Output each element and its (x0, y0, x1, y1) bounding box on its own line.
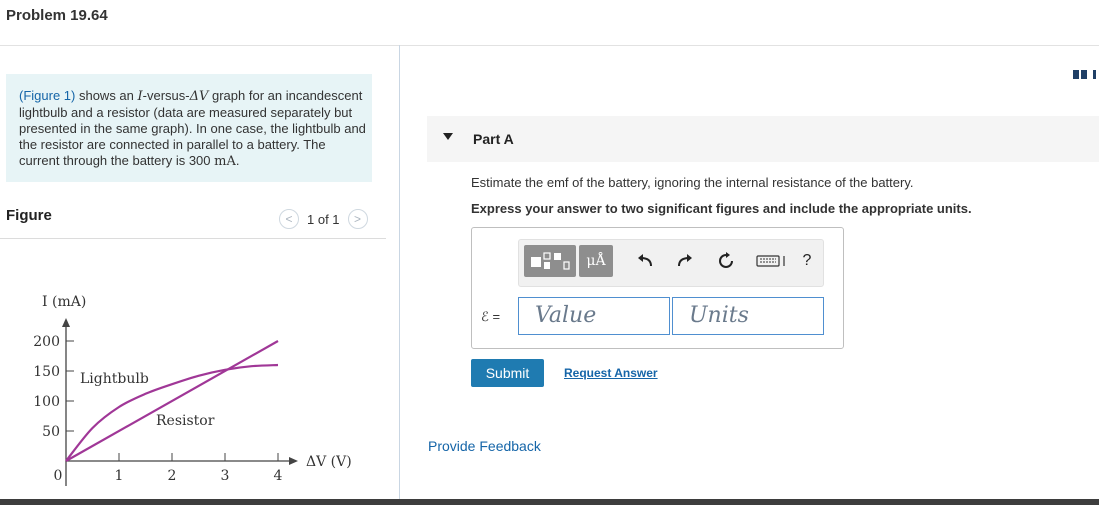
next-figure-button[interactable]: > (347, 209, 368, 229)
problem-statement: (Figure 1) shows an I-versus-ΔV graph fo… (6, 74, 372, 182)
undo-icon (638, 254, 652, 267)
y-tick-label: 50 (42, 424, 60, 440)
problem-text-2: -versus- (142, 88, 190, 103)
figure-label: Figure (6, 207, 52, 224)
y-tick-label: 150 (33, 364, 60, 380)
request-answer-link[interactable]: Request Answer (564, 366, 658, 380)
keyboard-button[interactable] (755, 245, 789, 277)
part-a-title[interactable]: Part A (473, 131, 514, 147)
book-icon[interactable] (1073, 70, 1097, 80)
current-unit: mA (214, 154, 236, 169)
problem-text-4: . (235, 153, 240, 168)
x-tick-label: 2 (168, 468, 177, 484)
x-tick-label: 0 (54, 468, 63, 484)
voltage-variable: ΔV (189, 89, 209, 104)
units-symbol-button[interactable]: μÅ (579, 245, 613, 277)
x-axis-arrow (289, 457, 298, 465)
lightbulb-series-label: Lightbulb (80, 371, 149, 387)
units-input[interactable]: Units (672, 297, 824, 335)
y-tick-label: 200 (33, 334, 60, 350)
resistor-series-label: Resistor (156, 413, 215, 429)
collapse-caret-icon[interactable] (443, 133, 453, 140)
y-axis-arrow (62, 318, 70, 327)
undo-button[interactable] (633, 245, 657, 277)
reset-button[interactable] (714, 245, 738, 277)
keyboard-icon (756, 255, 785, 267)
part-a-header[interactable] (427, 116, 1099, 162)
figure-link[interactable]: (Figure 1) (19, 88, 75, 103)
emf-label: ℰ = (481, 309, 501, 324)
prev-figure-button[interactable]: < (279, 209, 299, 229)
templates-icon (531, 252, 570, 270)
y-axis-label: I (mA) (42, 294, 86, 310)
redo-icon (678, 254, 692, 267)
bottom-bar (0, 499, 1099, 505)
y-tick-label: 100 (33, 394, 60, 410)
header-divider (0, 45, 1099, 46)
submit-button[interactable]: Submit (471, 359, 544, 387)
x-tick-label: 4 (274, 468, 283, 484)
x-axis-label: ΔV (V) (306, 454, 352, 470)
question-text: Estimate the emf of the battery, ignorin… (471, 175, 914, 190)
column-divider (399, 45, 400, 500)
help-button[interactable]: ? (797, 245, 817, 277)
reset-icon (719, 252, 733, 268)
x-tick-label: 1 (115, 468, 124, 484)
redo-button[interactable] (673, 245, 697, 277)
instruction-text: Express your answer to two significant f… (471, 201, 972, 216)
templates-button[interactable] (524, 245, 576, 277)
provide-feedback-link[interactable]: Provide Feedback (428, 438, 541, 454)
problem-text-1: shows an (75, 88, 138, 103)
page-title: Problem 19.64 (6, 7, 108, 24)
value-input[interactable]: Value (518, 297, 670, 335)
iv-graph: 50 100 150 200 0 1 2 3 4 I (mA) ΔV (V) Lightbul… (33, 294, 352, 486)
x-tick-label: 3 (221, 468, 230, 484)
figure-pager: < 1 of 1 > (279, 208, 368, 230)
figure-divider (0, 238, 386, 239)
resistor-line (65, 340, 279, 462)
figure-page-count: 1 of 1 (307, 211, 340, 227)
